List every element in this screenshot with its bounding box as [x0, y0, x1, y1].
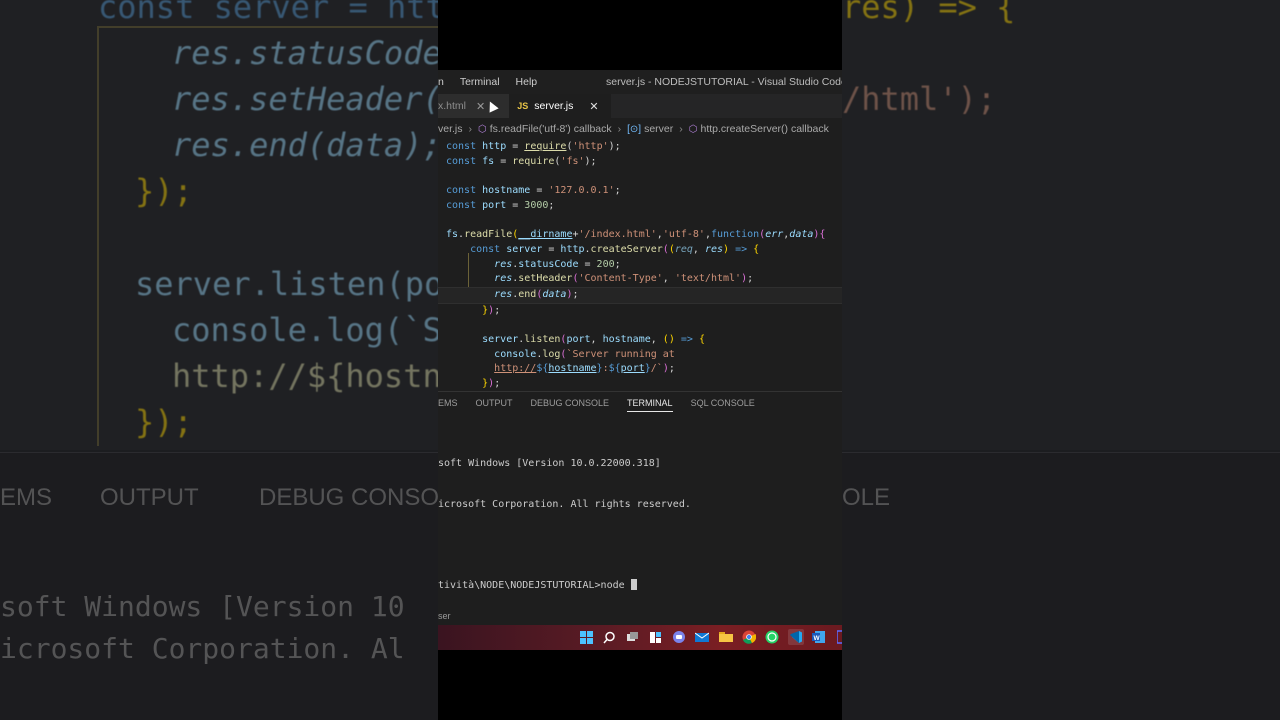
symbol-method-icon: ⬡: [688, 123, 698, 135]
chevron-right-icon: ›: [617, 123, 622, 135]
breadcrumb-item[interactable]: server: [644, 123, 673, 135]
menu-item-run[interactable]: n: [438, 76, 452, 88]
widgets-icon[interactable]: [648, 629, 664, 645]
background-code-line: });: [135, 172, 193, 210]
symbol-variable-icon: [⊙]: [627, 123, 642, 135]
background-code-line: http://${hostn: [172, 357, 442, 395]
background-code-line: /html');: [842, 80, 997, 118]
background-code-line: res.end(data);: [172, 126, 442, 164]
app-icon[interactable]: [834, 629, 842, 645]
windows-taskbar: W: [438, 625, 842, 650]
js-file-icon: JS: [517, 101, 529, 111]
code-line: const http = require('http');: [446, 141, 621, 152]
background-terminal-line: icrosoft Corporation. Al: [0, 632, 405, 665]
menu-item-terminal[interactable]: Terminal: [452, 76, 508, 88]
background-code-line: });: [135, 403, 193, 441]
teams-icon[interactable]: [671, 629, 687, 645]
code-editor[interactable]: const http = require('http'); const fs =…: [438, 140, 842, 392]
code-line: });: [482, 304, 501, 316]
breadcrumb-item[interactable]: fs.readFile('utf-8') callback: [490, 123, 612, 135]
word-icon[interactable]: W: [811, 629, 827, 645]
code-line: const fs = require('fs');: [446, 155, 597, 167]
code-line: res.setHeader('Content-Type', 'text/html…: [494, 273, 754, 285]
menu-item-help[interactable]: Help: [508, 76, 546, 88]
mouse-pointer-icon: [485, 99, 499, 113]
background-code-line: const server = htt: [98, 0, 445, 26]
panel-tabs: EMS OUTPUT DEBUG CONSOLE TERMINAL SQL CO…: [438, 391, 842, 414]
terminal-cursor: [630, 579, 637, 590]
terminal-prompt: tività\NODE\NODEJSTUTORIAL>node: [438, 579, 631, 591]
tab-sql-console[interactable]: SQL CONSOLE: [691, 398, 755, 408]
background-code-line: console.log(`S: [172, 311, 442, 349]
terminal-output[interactable]: soft Windows [Version 10.0.22000.318] ic…: [438, 430, 691, 619]
windows-icon[interactable]: [578, 629, 594, 645]
window-title: server.js - NODEJSTUTORIAL - Visual Stud…: [606, 76, 842, 88]
breadcrumb-item[interactable]: ver.js: [438, 123, 463, 135]
code-line: console.log(`Server running at: [494, 348, 675, 360]
background-tab: DEBUG CONSO: [259, 484, 440, 511]
search-icon[interactable]: [601, 629, 617, 645]
tab-server-js[interactable]: JS server.js ✕: [509, 94, 611, 118]
status-bar: ser: [438, 608, 842, 624]
code-line: const server = http.createServer((req, r…: [470, 243, 760, 255]
close-icon[interactable]: ✕: [589, 100, 598, 113]
tab-index-html[interactable]: x.html ✕: [438, 94, 510, 118]
background-tab: OUTPUT: [100, 484, 199, 511]
background-tab: OLE: [842, 484, 891, 511]
svg-text:W: W: [813, 635, 820, 642]
title-bar: n Terminal Help server.js - NODEJSTUTORI…: [438, 70, 842, 94]
taskbar-icons: W: [578, 629, 842, 645]
tab-output[interactable]: OUTPUT: [476, 398, 513, 408]
terminal-prompt-line: tività\NODE\NODEJSTUTORIAL>node: [438, 579, 691, 593]
vscode-icon[interactable]: [787, 629, 804, 645]
code-line: server.listen(port, hostname, () => {: [482, 333, 705, 345]
background-code-line: res) => {: [842, 0, 1016, 26]
code-line: const port = 3000;: [446, 199, 555, 211]
breadcrumb-item[interactable]: http.createServer() callback: [701, 123, 829, 135]
code-line: res.statusCode = 200;: [494, 258, 621, 270]
video-strip: n Terminal Help server.js - NODEJSTUTORI…: [438, 0, 842, 720]
chrome-icon[interactable]: [741, 629, 757, 645]
vscode-window: n Terminal Help server.js - NODEJSTUTORI…: [438, 70, 842, 650]
tab-debug-console[interactable]: DEBUG CONSOLE: [531, 398, 610, 408]
mail-icon[interactable]: [694, 629, 710, 645]
code-line: });: [482, 378, 501, 389]
tab-terminal[interactable]: TERMINAL: [627, 398, 673, 412]
close-icon[interactable]: ✕: [476, 100, 485, 113]
background-terminal-line: soft Windows [Version 10: [0, 590, 405, 623]
tab-label: x.html: [438, 100, 467, 112]
tab-problems[interactable]: EMS: [438, 398, 458, 408]
terminal-line: soft Windows [Version 10.0.22000.318]: [438, 458, 661, 469]
editor-tabs: x.html ✕ JS server.js ✕: [438, 94, 842, 118]
code-line-current: res.end(data);: [438, 286, 842, 304]
breadcrumb: ver.js › ⬡ fs.readFile('utf-8') callback…: [438, 118, 842, 140]
status-text[interactable]: ser: [438, 611, 451, 621]
code-line: http://${hostname}:${port}/`);: [494, 363, 675, 375]
tab-label: server.js: [534, 100, 574, 112]
task-view-icon[interactable]: [625, 629, 641, 645]
code-line: const hostname = '127.0.0.1';: [446, 185, 621, 197]
code-line: fs.readFile(__dirname+'/index.html','utf…: [446, 229, 826, 241]
folder-icon[interactable]: [718, 629, 734, 645]
background-code-line: res.setHeader(: [172, 80, 442, 118]
whatsapp-icon[interactable]: [764, 629, 780, 645]
symbol-method-icon: ⬡: [478, 123, 487, 135]
terminal-line: icrosoft Corporation. All rights reserve…: [438, 498, 691, 510]
background-code-line: res.statusCode: [172, 34, 442, 72]
background-tab: EMS: [0, 484, 53, 511]
chevron-right-icon: ›: [679, 123, 683, 135]
chevron-right-icon: ›: [468, 123, 473, 135]
background-code-line: server.listen(po: [135, 265, 444, 303]
